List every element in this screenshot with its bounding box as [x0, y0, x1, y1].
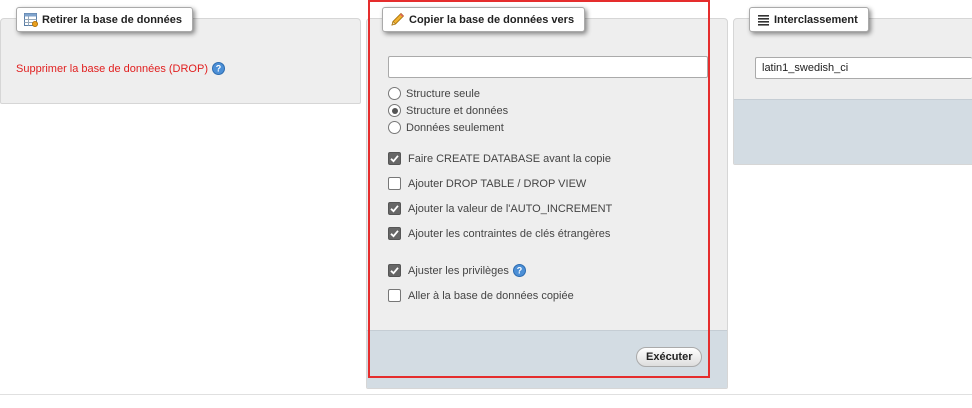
radio-structure-and-data[interactable]: Structure et données: [388, 104, 508, 117]
checkbox-drop-table[interactable]: Ajouter DROP TABLE / DROP VIEW: [388, 177, 586, 190]
checkbox-auto-increment-control[interactable]: [388, 202, 401, 215]
checkbox-create-database[interactable]: Faire CREATE DATABASE avant la copie: [388, 152, 611, 165]
checkbox-drop-table-control[interactable]: [388, 177, 401, 190]
copy-database-legend-text: Copier la base de données vers: [409, 13, 575, 26]
radio-structure-only[interactable]: Structure seule: [388, 87, 480, 100]
pencil-icon: [390, 12, 405, 27]
checkbox-auto-increment-label[interactable]: Ajouter la valeur de l'AUTO_INCREMENT: [408, 203, 612, 215]
drop-database-link-text[interactable]: Supprimer la base de données (DROP): [16, 63, 208, 75]
checkbox-auto-increment[interactable]: Ajouter la valeur de l'AUTO_INCREMENT: [388, 202, 612, 215]
checkbox-foreign-keys-control[interactable]: [388, 227, 401, 240]
checkbox-foreign-keys-label[interactable]: Ajouter les contraintes de clés étrangèr…: [408, 228, 610, 240]
copy-database-legend: Copier la base de données vers: [382, 7, 586, 32]
svg-text:?: ?: [216, 64, 222, 74]
checkbox-switch-to-copied-db-label[interactable]: Aller à la base de données copiée: [408, 290, 574, 302]
execute-button[interactable]: Exécuter: [636, 347, 703, 367]
radio-data-only-label[interactable]: Données seulement: [406, 122, 504, 134]
radio-data-only-control[interactable]: [388, 121, 401, 134]
list-icon: [757, 14, 770, 26]
checkbox-switch-to-copied-db-control[interactable]: [388, 289, 401, 302]
radio-structure-only-control[interactable]: [388, 87, 401, 100]
svg-text:?: ?: [517, 266, 523, 276]
collation-panel-footer: [734, 99, 972, 164]
radio-structure-and-data-label[interactable]: Structure et données: [406, 105, 508, 117]
drop-database-legend-text: Retirer la base de données: [42, 13, 182, 26]
drop-database-link[interactable]: Supprimer la base de données (DROP) ?: [16, 62, 225, 75]
checkbox-adjust-privileges-label[interactable]: Ajuster les privilèges: [408, 265, 509, 277]
radio-structure-only-label[interactable]: Structure seule: [406, 88, 480, 100]
checkbox-create-database-control[interactable]: [388, 152, 401, 165]
radio-structure-and-data-control[interactable]: [388, 104, 401, 117]
help-icon[interactable]: ?: [512, 264, 526, 277]
checkbox-foreign-keys[interactable]: Ajouter les contraintes de clés étrangèr…: [388, 227, 610, 240]
checkbox-adjust-privileges-control[interactable]: [388, 264, 401, 277]
collation-legend: Interclassement: [749, 7, 869, 32]
checkbox-switch-to-copied-db[interactable]: Aller à la base de données copiée: [388, 289, 574, 302]
checkbox-adjust-privileges[interactable]: Ajuster les privilèges ?: [388, 264, 526, 277]
collation-select[interactable]: latin1_swedish_ci: [755, 57, 972, 79]
copy-target-name-input[interactable]: [388, 56, 708, 78]
bottom-divider: [0, 394, 972, 395]
drop-database-legend: Retirer la base de données: [16, 7, 193, 32]
checkbox-drop-table-label[interactable]: Ajouter DROP TABLE / DROP VIEW: [408, 178, 586, 190]
collation-legend-text: Interclassement: [774, 13, 858, 26]
database-table-icon: [24, 12, 38, 27]
checkbox-create-database-label[interactable]: Faire CREATE DATABASE avant la copie: [408, 153, 611, 165]
collation-select-value[interactable]: latin1_swedish_ci: [762, 62, 848, 74]
help-icon[interactable]: ?: [211, 62, 225, 75]
radio-data-only[interactable]: Données seulement: [388, 121, 504, 134]
collation-panel: [733, 18, 972, 165]
